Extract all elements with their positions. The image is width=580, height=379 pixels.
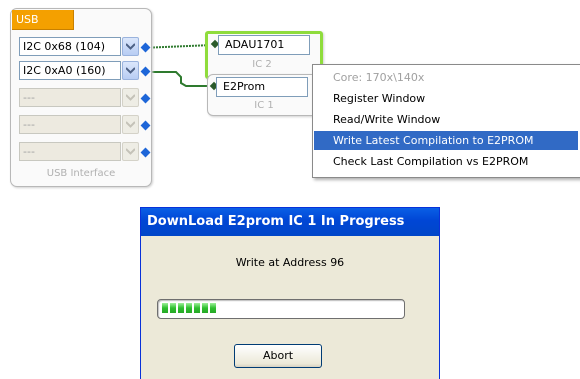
ic-caption: IC 1 (254, 100, 274, 111)
usb-port-row: --- (12, 142, 151, 162)
usb-port-row: I2C 0xA0 (160) (12, 61, 151, 81)
dropdown-button[interactable] (122, 61, 139, 80)
chevron-down-icon (126, 43, 135, 50)
menu-item-read-write-window[interactable]: Read/Write Window (314, 110, 578, 129)
context-menu: Core: 170x\140x Register Window Read/Wri… (312, 64, 580, 178)
progress-segment (170, 303, 176, 313)
menu-item-register-window[interactable]: Register Window (314, 89, 578, 108)
ic-label[interactable]: E2Prom (216, 77, 308, 97)
dialog-title: DownLoad E2prom IC 1 In Progress (141, 208, 439, 236)
usb-title: USB (12, 10, 74, 30)
dropdown-button (122, 115, 139, 134)
chevron-down-icon (126, 94, 135, 101)
menu-item-write-latest-compilation[interactable]: Write Latest Compilation to E2PROM (314, 131, 578, 150)
progress-segment (202, 303, 208, 313)
progress-segment (186, 303, 192, 313)
i2c-address-dropdown: --- (19, 88, 121, 107)
i2c-address-dropdown: --- (19, 142, 121, 161)
progress-segment (194, 303, 200, 313)
progress-segment (210, 303, 216, 313)
usb-port-row: I2C 0x68 (104) (12, 37, 151, 57)
usb-port-row: --- (12, 115, 151, 135)
i2c-address-dropdown: --- (19, 115, 121, 134)
chevron-down-icon (126, 121, 135, 128)
usb-interface-caption: USB Interface (46, 168, 116, 179)
status-text: Write at Address 96 (235, 256, 345, 269)
dropdown-button (122, 142, 139, 161)
abort-button[interactable]: Abort (234, 344, 322, 368)
progress-bar (157, 299, 405, 319)
i2c-address-dropdown[interactable]: I2C 0x68 (104) (19, 37, 121, 56)
dropdown-button[interactable] (122, 37, 139, 56)
ic-caption: IC 2 (252, 59, 272, 70)
download-progress-dialog: DownLoad E2prom IC 1 In Progress Write a… (140, 207, 440, 379)
progress-segment (162, 303, 168, 313)
ic-label[interactable]: ADAU1701 (218, 35, 310, 55)
menu-item-check-last-compilation[interactable]: Check Last Compilation vs E2PROM (314, 152, 578, 171)
chevron-down-icon (126, 67, 135, 74)
progress-fill (162, 303, 216, 313)
i2c-address-dropdown[interactable]: I2C 0xA0 (160) (19, 61, 121, 80)
menu-item-core-info: Core: 170x\140x (333, 71, 425, 84)
progress-segment (178, 303, 184, 313)
dropdown-button (122, 88, 139, 107)
usb-port-row: --- (12, 88, 151, 108)
chevron-down-icon (126, 148, 135, 155)
